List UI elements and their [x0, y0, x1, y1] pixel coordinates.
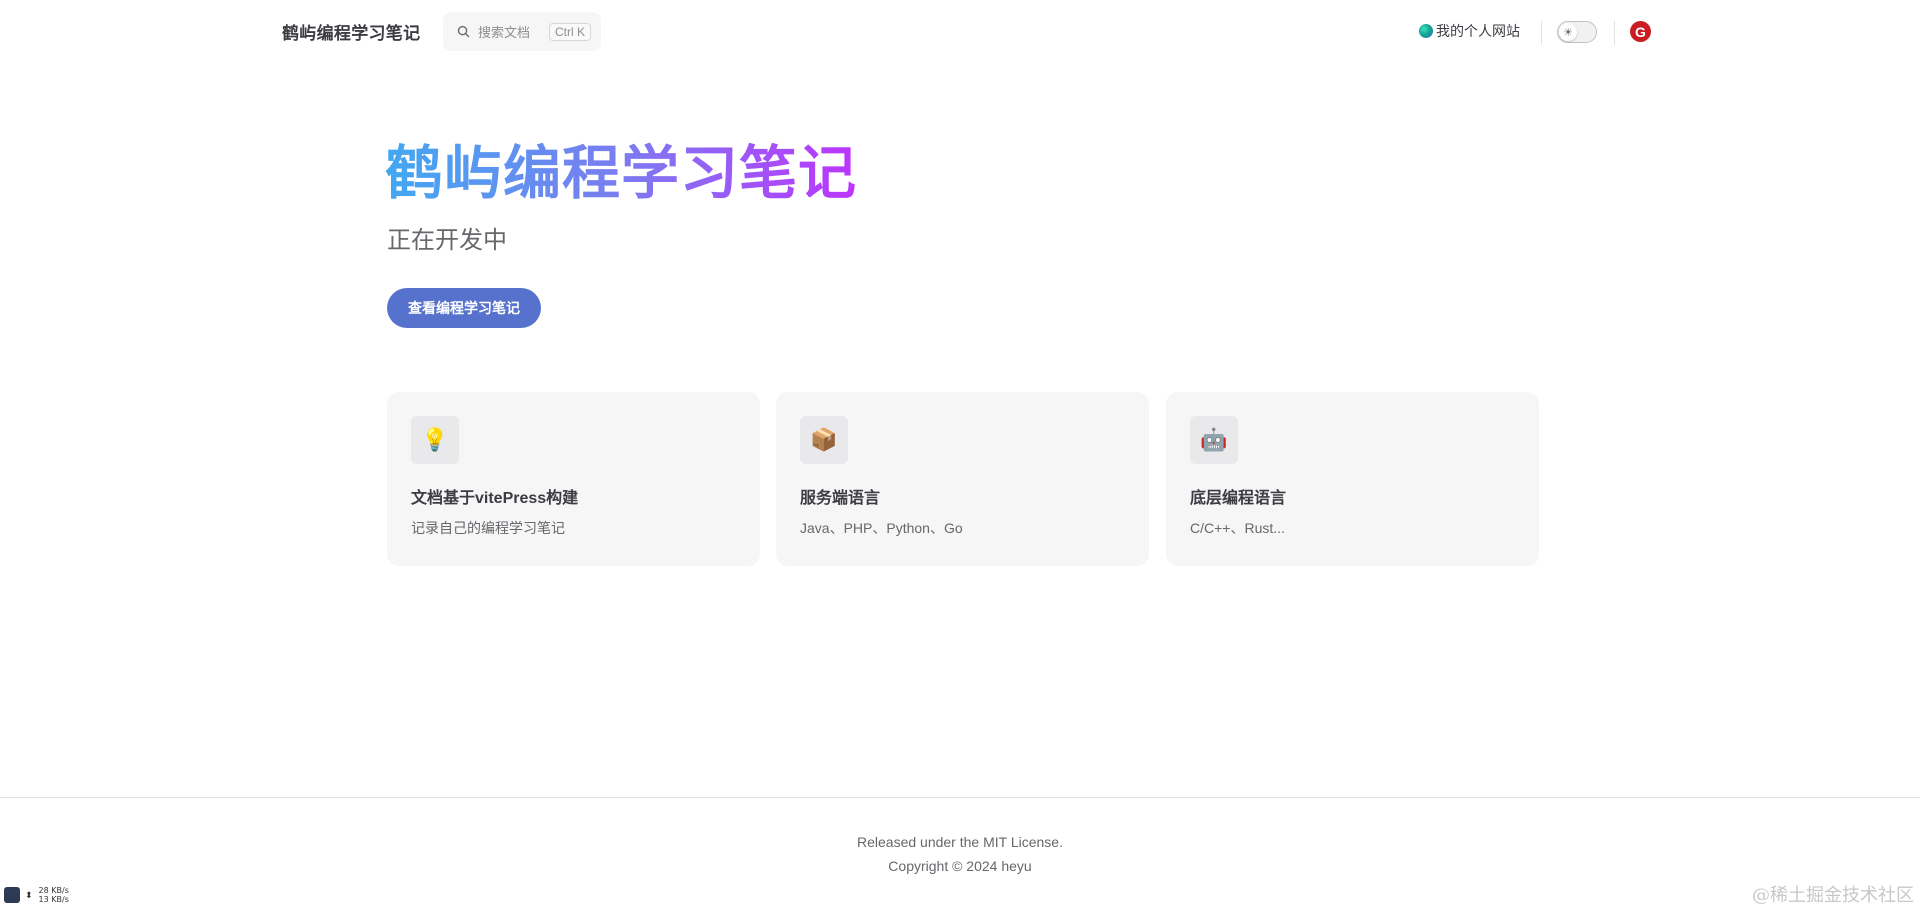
feature-title: 服务端语言: [800, 490, 881, 507]
gitee-icon[interactable]: G: [1630, 21, 1651, 42]
nav-divider: [1541, 21, 1542, 45]
search-icon: [457, 25, 470, 38]
theme-toggle[interactable]: ☀: [1557, 21, 1597, 43]
robot-icon: 🤖: [1190, 416, 1238, 464]
search-placeholder: 搜索文档: [478, 25, 531, 40]
feature-title: 底层编程语言: [1190, 490, 1287, 507]
footer-copyright: Copyright © 2024 heyu: [888, 858, 1032, 874]
network-speeds: 28 KB/s 13 KB/s: [39, 886, 69, 904]
footer-license: Released under the MIT License.: [857, 834, 1063, 850]
watermark: @稀土掘金技术社区: [1752, 885, 1914, 906]
upload-speed: 28 KB/s: [38, 886, 69, 895]
feature-card: 📦 服务端语言 Java、PHP、Python、Go: [776, 392, 1149, 566]
download-speed: 13 KB/s: [38, 895, 69, 904]
network-monitor: ⬍ 28 KB/s 13 KB/s: [4, 886, 69, 904]
search-button[interactable]: 搜索文档 Ctrl K: [443, 12, 601, 51]
cat-icon: [4, 887, 20, 903]
feature-card: 🤖 底层编程语言 C/C++、Rust...: [1166, 392, 1539, 566]
sun-icon: ☀: [1559, 23, 1577, 41]
feature-details: Java、PHP、Python、Go: [800, 520, 963, 536]
feature-details: C/C++、Rust...: [1190, 520, 1285, 536]
top-nav: 鹤屿编程学习笔记 搜索文档 Ctrl K 我的个人网站 ☀ G: [0, 0, 1920, 64]
view-notes-button[interactable]: 查看编程学习笔记: [387, 288, 541, 328]
lightbulb-icon: 💡: [411, 416, 459, 464]
globe-icon: [1419, 24, 1433, 38]
feature-card: 💡 文档基于vitePress构建 记录自己的编程学习笔记: [387, 392, 760, 566]
feature-title: 文档基于vitePress构建: [411, 490, 579, 507]
site-brand[interactable]: 鹤屿编程学习笔记: [282, 19, 420, 44]
package-icon: 📦: [800, 416, 848, 464]
search-shortcut: Ctrl K: [549, 22, 591, 41]
updown-arrow-icon: ⬍: [25, 889, 33, 900]
personal-site-link[interactable]: 我的个人网站: [1419, 21, 1520, 41]
nav-divider: [1614, 21, 1615, 45]
hero-title: 鹤屿编程学习笔记: [385, 141, 858, 206]
feature-details: 记录自己的编程学习笔记: [411, 520, 565, 536]
footer-divider: [0, 797, 1920, 798]
hero-tagline: 正在开发中: [387, 227, 507, 254]
personal-site-label: 我的个人网站: [1436, 23, 1520, 39]
